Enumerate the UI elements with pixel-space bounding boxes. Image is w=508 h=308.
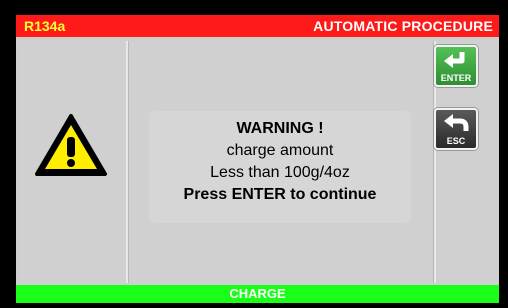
refrigerant-label: R134a bbox=[24, 18, 66, 34]
enter-return-icon bbox=[444, 52, 465, 68]
enter-button-label: ENTER bbox=[440, 73, 472, 83]
icon-panel bbox=[20, 41, 128, 283]
back-arrow-icon bbox=[444, 114, 469, 131]
warning-line-charge-amount: charge amount bbox=[226, 142, 334, 159]
warning-instruction: Press ENTER to continue bbox=[183, 186, 377, 203]
warning-triangle-icon bbox=[35, 114, 107, 176]
warning-title: WARNING ! bbox=[236, 120, 324, 137]
warning-line-threshold: Less than 100g/4oz bbox=[210, 164, 350, 181]
enter-button[interactable]: ENTER bbox=[434, 45, 478, 87]
esc-button[interactable]: ESC bbox=[434, 108, 478, 150]
message-panel: WARNING ! charge amount Less than 100g/4… bbox=[129, 41, 431, 283]
warning-message-box: WARNING ! charge amount Less than 100g/4… bbox=[149, 111, 411, 223]
esc-button-label: ESC bbox=[446, 136, 466, 146]
footer-mode-label: CHARGE bbox=[229, 286, 286, 301]
footer-bar: CHARGE bbox=[16, 285, 499, 303]
device-screen: R134a AUTOMATIC PROCEDURE WARNING ! char… bbox=[16, 15, 499, 303]
header-bar: R134a AUTOMATIC PROCEDURE bbox=[16, 15, 499, 37]
procedure-title: AUTOMATIC PROCEDURE bbox=[313, 18, 493, 34]
